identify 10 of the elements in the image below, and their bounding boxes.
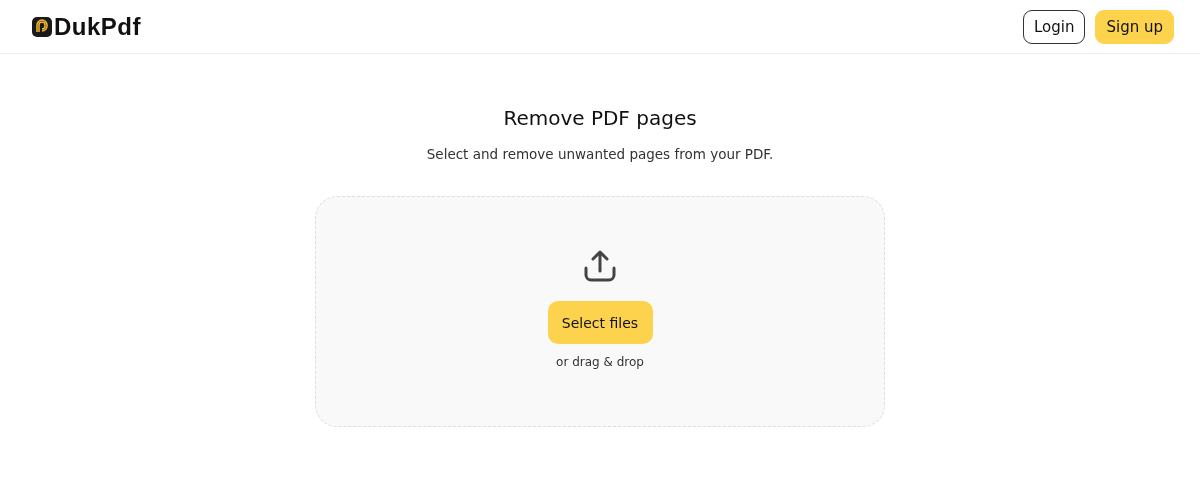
logo-text: DukPdf [54,12,141,41]
page-subtitle: Select and remove unwanted pages from your PDF. [426,146,774,162]
login-button[interactable]: Login [1023,9,1086,44]
drag-drop-hint: or drag & drop [556,355,644,369]
page-title: Remove PDF pages [503,106,697,130]
signup-button[interactable]: Sign up [1095,9,1174,44]
drop-zone[interactable]: Select files or drag & drop [315,196,885,427]
select-files-button[interactable]: Select files [547,301,653,344]
upload-icon [583,249,617,283]
logo-icon [32,16,52,37]
